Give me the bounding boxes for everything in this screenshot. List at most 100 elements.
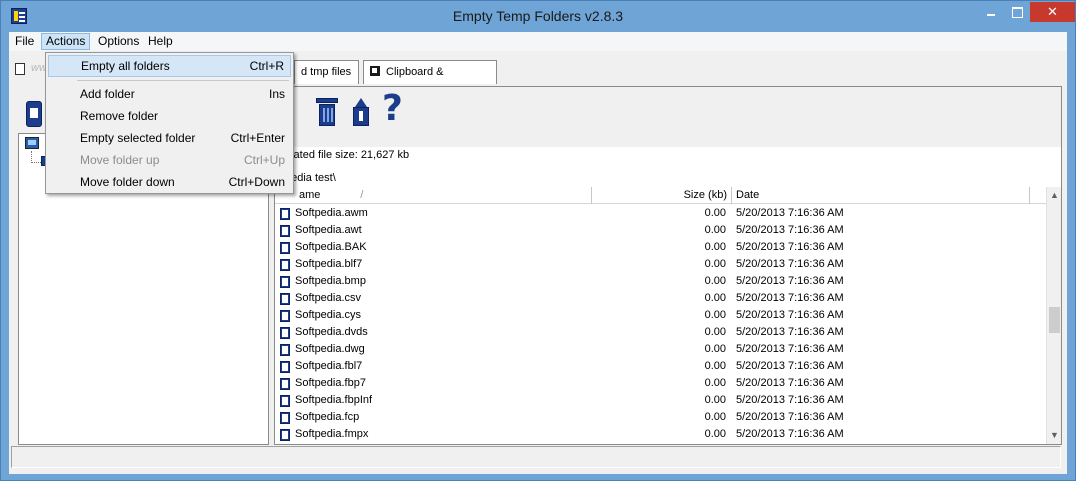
file-icon: [280, 361, 290, 373]
menu-item-label: Empty all folders: [81, 59, 170, 73]
list-header: ame / Size (kb) Date: [275, 187, 1046, 204]
file-date: 5/20/2013 7:16:36 AM: [736, 309, 844, 321]
tab-found-tmp-files[interactable]: d tmp files: [294, 60, 359, 84]
menu-item-label: Remove folder: [80, 109, 159, 123]
file-list[interactable]: ame / Size (kb) Date Softpedia.awm 0.00 5/2…: [275, 187, 1061, 444]
menu-item-shortcut: Ctrl+Down: [228, 175, 285, 189]
file-name: Softpedia.blf7: [295, 258, 363, 270]
menu-item-label: Move folder up: [80, 153, 160, 167]
table-row[interactable]: Softpedia.csv 0.00 5/20/2013 7:16:36 AM: [275, 290, 1046, 307]
file-icon: [280, 259, 290, 271]
file-size: 0.00: [704, 292, 726, 304]
maximize-button[interactable]: [1004, 2, 1030, 22]
file-size: 0.00: [704, 360, 726, 372]
menu-options[interactable]: Options: [94, 33, 143, 50]
file-name: Softpedia.fbpInf: [295, 394, 373, 406]
status-panel: [11, 446, 1061, 468]
column-header-size[interactable]: Size (kb): [592, 187, 732, 204]
file-date: 5/20/2013 7:16:36 AM: [736, 394, 844, 406]
help-icon[interactable]: ?: [382, 89, 403, 129]
menu-item-label: Empty selected folder: [80, 131, 196, 145]
file-name: Softpedia.fmpx: [295, 428, 369, 440]
table-row[interactable]: Softpedia.fbpInf 0.00 5/20/2013 7:16:36 AM: [275, 392, 1046, 409]
scroll-up-icon[interactable]: ▲: [1047, 187, 1061, 204]
file-icon: [280, 395, 290, 407]
app-window: Empty Temp Folders v2.8.3 ✕ File Actions…: [0, 0, 1076, 481]
menu-separator: [77, 80, 289, 81]
upload-bin-icon[interactable]: [350, 98, 372, 126]
menu-item-move-folder-down[interactable]: Move folder down Ctrl+Down: [48, 171, 291, 193]
menu-item-add-folder[interactable]: Add folder Ins: [48, 83, 291, 105]
file-size: 0.00: [704, 343, 726, 355]
file-icon: [280, 378, 290, 390]
menu-help[interactable]: Help: [144, 33, 177, 50]
file-size: 0.00: [704, 241, 726, 253]
file-date: 5/20/2013 7:16:36 AM: [736, 258, 844, 270]
trash-icon[interactable]: [316, 98, 338, 126]
menu-file[interactable]: File: [11, 33, 38, 50]
menu-item-shortcut: Ins: [268, 87, 285, 101]
file-date: 5/20/2013 7:16:36 AM: [736, 343, 844, 355]
file-size: 0.00: [704, 224, 726, 236]
file-size: 0.00: [704, 411, 726, 423]
vertical-scrollbar[interactable]: ▲ ▼: [1046, 187, 1061, 444]
scroll-thumb[interactable]: [1049, 307, 1060, 333]
table-row[interactable]: Softpedia.cys 0.00 5/20/2013 7:16:36 AM: [275, 307, 1046, 324]
file-date: 5/20/2013 7:16:36 AM: [736, 224, 844, 236]
menu-item-label: Add folder: [80, 87, 135, 101]
table-row[interactable]: Softpedia.awm 0.00 5/20/2013 7:16:36 AM: [275, 205, 1046, 222]
scroll-down-icon[interactable]: ▼: [1047, 427, 1061, 444]
column-header-name[interactable]: ame /: [275, 187, 592, 204]
table-row[interactable]: Softpedia.BAK 0.00 5/20/2013 7:16:36 AM: [275, 239, 1046, 256]
file-icon: [280, 293, 290, 305]
table-row[interactable]: Softpedia.fcp 0.00 5/20/2013 7:16:36 AM: [275, 409, 1046, 426]
file-icon: [280, 242, 290, 254]
file-size: 0.00: [704, 275, 726, 287]
menu-item-empty-selected-folder[interactable]: Empty selected folder Ctrl+Enter: [48, 127, 291, 149]
table-row[interactable]: Softpedia.fbp7 0.00 5/20/2013 7:16:36 AM: [275, 375, 1046, 392]
file-date: 5/20/2013 7:16:36 AM: [736, 241, 844, 253]
table-row[interactable]: Softpedia.dwg 0.00 5/20/2013 7:16:36 AM: [275, 341, 1046, 358]
actions-menu: Empty all folders Ctrl+R Add folder Ins …: [45, 52, 294, 194]
table-row[interactable]: Softpedia.awt 0.00 5/20/2013 7:16:36 AM: [275, 222, 1046, 239]
file-name: Softpedia.fbl7: [295, 360, 363, 372]
computer-icon[interactable]: [25, 137, 39, 149]
sort-indicator-icon: /: [360, 189, 364, 201]
file-date: 5/20/2013 7:16:36 AM: [736, 275, 844, 287]
tab-clipboard-shortcuts[interactable]: Clipboard & shortcuts: [363, 60, 497, 100]
file-size: 0.00: [704, 377, 726, 389]
file-name: Softpedia.cys: [295, 309, 362, 321]
shortcut-icon: [370, 66, 380, 76]
table-row[interactable]: Softpedia.dvds 0.00 5/20/2013 7:16:36 AM: [275, 324, 1046, 341]
new-document-icon[interactable]: [15, 63, 25, 75]
tab-label: d tmp files: [301, 66, 352, 78]
table-row[interactable]: Softpedia.bmp 0.00 5/20/2013 7:16:36 AM: [275, 273, 1046, 290]
tree-connector: [31, 162, 41, 163]
column-header-date[interactable]: Date: [732, 187, 1030, 204]
add-folder-icon[interactable]: [26, 101, 42, 127]
file-icon: [280, 225, 290, 237]
menu-item-shortcut: Ctrl+Up: [243, 153, 285, 167]
table-row[interactable]: Softpedia.blf7 0.00 5/20/2013 7:16:36 AM: [275, 256, 1046, 273]
file-size: 0.00: [704, 326, 726, 338]
file-name: Softpedia.dwg: [295, 343, 365, 355]
file-name: Softpedia.csv: [295, 292, 362, 304]
menu-item-remove-folder[interactable]: Remove folder: [48, 105, 291, 127]
menu-item-empty-all-folders[interactable]: Empty all folders Ctrl+R: [48, 55, 291, 77]
table-row[interactable]: Softpedia.fbl7 0.00 5/20/2013 7:16:36 AM: [275, 358, 1046, 375]
table-row[interactable]: Softpedia.fmpx 0.00 5/20/2013 7:16:36 AM: [275, 426, 1046, 443]
file-size: 0.00: [704, 207, 726, 219]
menu-actions[interactable]: Actions: [41, 33, 91, 50]
title-bar[interactable]: Empty Temp Folders v2.8.3 ✕: [1, 1, 1075, 32]
file-date: 5/20/2013 7:16:36 AM: [736, 292, 844, 304]
file-name: Softpedia.bmp: [295, 275, 366, 287]
file-icon: [280, 429, 290, 441]
files-panel: ? ulated file size: 21,627 kb pedia test…: [274, 86, 1062, 445]
file-date: 5/20/2013 7:16:36 AM: [736, 428, 844, 440]
close-button[interactable]: ✕: [1030, 2, 1075, 22]
file-icon: [280, 327, 290, 339]
file-size: 0.00: [704, 258, 726, 270]
menu-item-move-folder-up[interactable]: Move folder up Ctrl+Up: [48, 149, 291, 171]
minimize-button[interactable]: [978, 2, 1004, 22]
menu-item-shortcut: Ctrl+Enter: [230, 131, 285, 145]
